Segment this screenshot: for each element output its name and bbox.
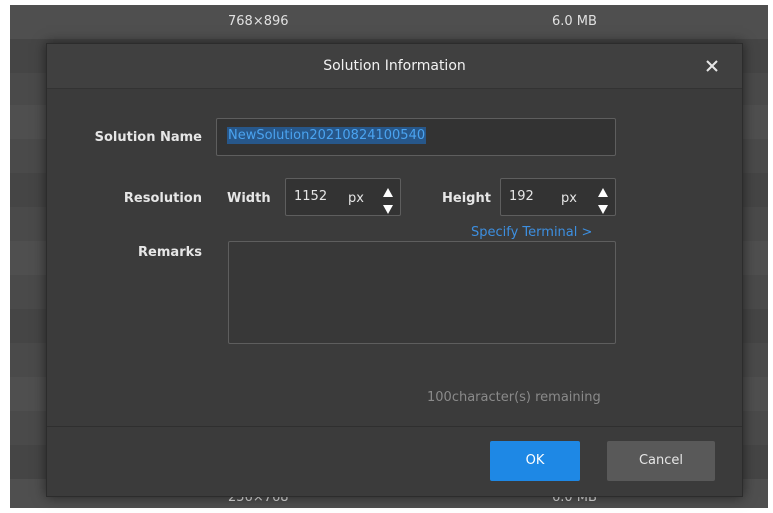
solution-name-value: NewSolution20210824100540 (227, 127, 427, 144)
screen: 768×896 6.0 MB 256×768 6.0 MB Solution I… (0, 0, 773, 513)
height-increment-button[interactable] (597, 184, 609, 197)
background-row: 768×896 6.0 MB (10, 5, 768, 39)
width-value: 1152 (294, 189, 328, 204)
width-decrement-button[interactable] (382, 200, 394, 214)
height-decrement-button[interactable] (597, 200, 609, 214)
specify-terminal-link[interactable]: Specify Terminal > (471, 225, 592, 240)
triangle-up-icon (598, 188, 608, 197)
dialog-title: Solution Information (323, 58, 466, 74)
height-stepper[interactable]: 192 px (500, 178, 616, 216)
close-button[interactable] (702, 56, 722, 76)
height-spinner (597, 184, 609, 214)
height-unit: px (561, 191, 577, 206)
ok-button[interactable]: OK (490, 441, 580, 481)
close-icon (706, 60, 718, 72)
height-label: Height (442, 191, 491, 206)
width-increment-button[interactable] (382, 184, 394, 197)
remarks-textarea[interactable] (228, 241, 616, 344)
width-unit: px (348, 191, 364, 206)
height-value: 192 (509, 189, 534, 204)
remarks-label: Remarks (138, 245, 202, 260)
width-label: Width (227, 191, 271, 206)
solution-name-label: Solution Name (94, 130, 202, 145)
remaining-characters: 100character(s) remaining (427, 390, 601, 405)
footer-divider (47, 426, 742, 427)
triangle-down-icon (598, 205, 608, 214)
solution-name-input[interactable]: NewSolution20210824100540 (216, 118, 616, 156)
solution-information-dialog: Solution Information Solution Name NewSo… (46, 43, 743, 497)
dialog-titlebar: Solution Information (47, 44, 742, 89)
triangle-up-icon (383, 188, 393, 197)
width-stepper[interactable]: 1152 px (285, 178, 401, 216)
background-resolution: 768×896 (228, 14, 289, 29)
width-spinner (382, 184, 394, 214)
cancel-button[interactable]: Cancel (607, 441, 715, 481)
background-size: 6.0 MB (552, 14, 597, 29)
triangle-down-icon (383, 205, 393, 214)
resolution-label: Resolution (123, 191, 202, 206)
